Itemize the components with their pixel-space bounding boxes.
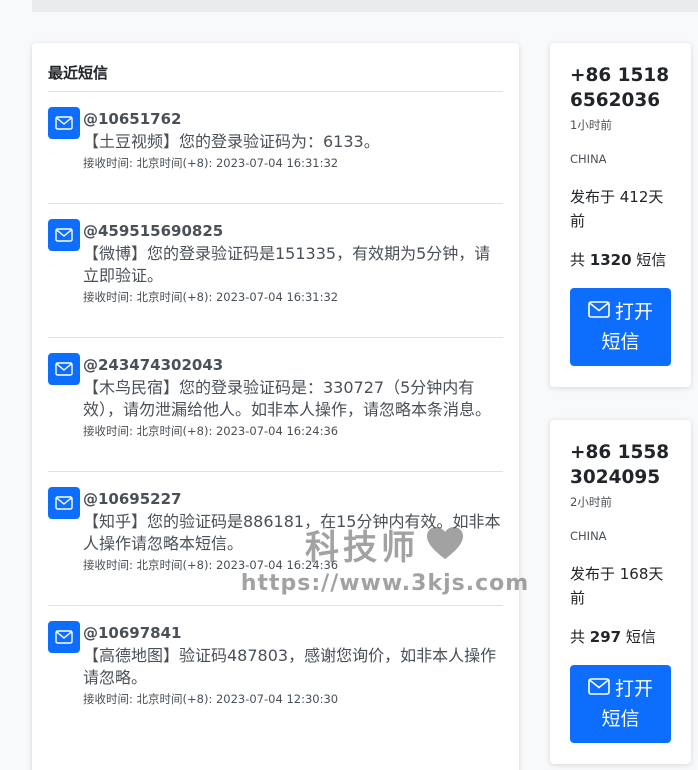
button-label-line1: 打开 <box>614 301 653 323</box>
posted-ago: 发布于 412天前 <box>570 188 664 230</box>
envelope-icon <box>48 107 80 139</box>
phone-number: +86 15583024095 <box>570 440 671 490</box>
envelope-icon <box>48 352 80 385</box>
button-label-line1: 打开 <box>614 678 653 700</box>
message-body: 【木鸟民宿】您的登录验证码是：330727（5分钟内有效），请勿泄漏给他人。如非… <box>83 377 492 420</box>
message-time: 接收时间: 北京时间(+8): 2023-07-04 12:30:30 <box>83 691 339 706</box>
count-prefix: 共 <box>570 251 590 269</box>
phone-number-text: +86 15583024095 <box>570 442 670 488</box>
message-sender: @459515690825 <box>83 221 224 240</box>
button-label-line2: 短信 <box>601 331 640 353</box>
recent-messages-card: 最近短信 @10651762 【土豆视频】您的登录验证码为：6133。 接收时间… <box>32 43 519 770</box>
received-ago: 1小时前 <box>570 118 612 132</box>
top-bar <box>32 0 698 12</box>
message-item: @10651762 【土豆视频】您的登录验证码为：6133。 接收时间: 北京时… <box>48 92 503 204</box>
message-item: @243474302043 【木鸟民宿】您的登录验证码是：330727（5分钟内… <box>48 338 503 472</box>
card-title: 最近短信 <box>48 59 503 92</box>
message-time: 接收时间: 北京时间(+8): 2023-07-04 16:31:32 <box>83 155 339 170</box>
number-card: +86 15583024095 2小时前 CHINA 发布于 168天前 共 2… <box>550 420 691 764</box>
message-body: 【知乎】您的验证码是886181，在15分钟内有效。如非本人操作请忽略本短信。 <box>83 511 501 554</box>
open-sms-button[interactable]: 打开 短信 <box>570 288 671 366</box>
country-label: CHINA <box>570 529 607 543</box>
message-item: @10697841 【高德地图】验证码487803，感谢您询价，如非本人操作请忽… <box>48 606 503 739</box>
message-body: 【微博】您的登录验证码是151335，有效期为5分钟，请立即验证。 <box>83 243 491 286</box>
envelope-icon <box>48 620 80 653</box>
message-item: @10695227 【知乎】您的验证码是886181，在15分钟内有效。如非本人… <box>48 472 503 606</box>
count-suffix: 短信 <box>621 628 656 646</box>
phone-number: +86 15186562036 <box>570 63 671 113</box>
count-suffix: 短信 <box>631 251 667 269</box>
count-value: 297 <box>589 628 622 646</box>
country-label: CHINA <box>570 152 607 166</box>
envelope-icon <box>48 486 80 519</box>
message-body: 【高德地图】验证码487803，感谢您询价，如非本人操作请忽略。 <box>83 645 497 688</box>
open-sms-button[interactable]: 打开 短信 <box>570 665 671 743</box>
message-sender: @243474302043 <box>83 355 224 374</box>
phone-number-text: +86 15186562036 <box>570 65 670 111</box>
count-value: 1320 <box>589 251 632 269</box>
number-card: +86 15186562036 1小时前 CHINA 发布于 412天前 共 1… <box>550 43 691 387</box>
message-sender: @10695227 <box>83 489 182 508</box>
message-sender: @10697841 <box>83 623 182 642</box>
message-count: 共 1320 短信 <box>570 248 671 272</box>
envelope-icon <box>48 218 80 251</box>
posted-ago: 发布于 168天前 <box>570 565 664 607</box>
count-prefix: 共 <box>570 628 590 646</box>
message-count: 共 297 短信 <box>570 625 671 649</box>
envelope-icon <box>588 297 610 327</box>
message-time: 接收时间: 北京时间(+8): 2023-07-04 16:31:32 <box>83 289 339 304</box>
message-body: 【土豆视频】您的登录验证码为：6133。 <box>83 132 380 151</box>
message-time: 接收时间: 北京时间(+8): 2023-07-04 16:24:36 <box>83 557 339 572</box>
received-ago: 2小时前 <box>570 495 612 509</box>
button-label-line2: 短信 <box>601 708 640 730</box>
message-item: @459515690825 【微博】您的登录验证码是151335，有效期为5分钟… <box>48 204 503 338</box>
envelope-icon <box>588 674 610 704</box>
message-time: 接收时间: 北京时间(+8): 2023-07-04 16:24:36 <box>83 423 339 438</box>
message-sender: @10651762 <box>83 110 182 128</box>
